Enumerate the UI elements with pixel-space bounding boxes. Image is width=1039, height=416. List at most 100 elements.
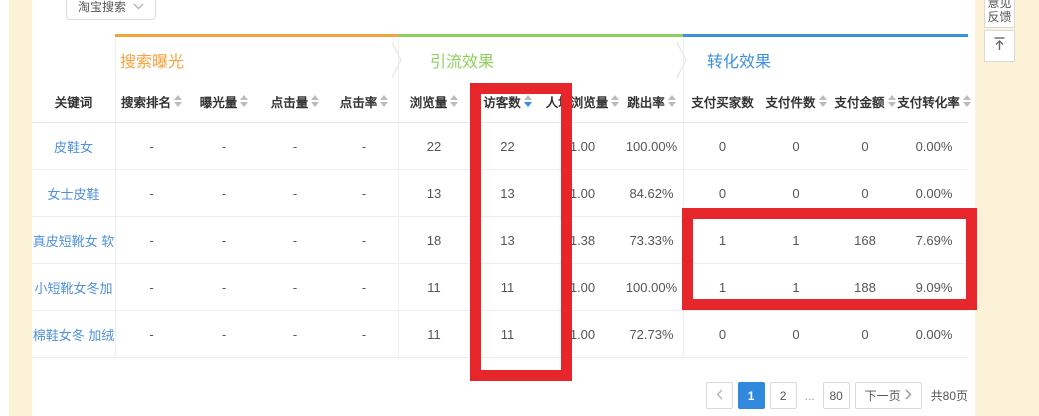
analytics-page: 淘宝搜索 搜索曝光 引流效果 转化效果 关键词 搜索排名 曝 bbox=[0, 0, 1039, 416]
cell-value: 13 bbox=[470, 217, 545, 263]
cell-value: 100.00% bbox=[620, 264, 683, 310]
cell-value: - bbox=[260, 123, 330, 169]
cell-value: 0 bbox=[830, 123, 900, 169]
header-views-per-visitor[interactable]: 人均浏览量 bbox=[545, 80, 620, 122]
column-group-divider bbox=[398, 37, 399, 358]
chevron-down-icon bbox=[133, 3, 144, 10]
sort-icon bbox=[668, 95, 676, 107]
channel-dropdown[interactable]: 淘宝搜索 bbox=[66, 0, 156, 20]
cell-value: - bbox=[260, 311, 330, 357]
cell-value: - bbox=[115, 217, 188, 263]
header-ctr[interactable]: 点击率 bbox=[330, 80, 398, 122]
cell-value: - bbox=[330, 170, 398, 216]
cell-value: - bbox=[260, 170, 330, 216]
header-impressions[interactable]: 曝光量 bbox=[188, 80, 260, 122]
cell-value: 0 bbox=[683, 123, 762, 169]
cell-value: 18 bbox=[398, 217, 470, 263]
cell-value: 0.00% bbox=[900, 170, 968, 216]
next-page-button[interactable]: 下一页 bbox=[855, 382, 922, 409]
header-paid-amount[interactable]: 支付金额 bbox=[830, 80, 900, 122]
keyword-link[interactable]: 小短靴女冬加 bbox=[32, 264, 115, 310]
page-button-1[interactable]: 1 bbox=[738, 382, 765, 409]
table-row: 小短靴女冬加 - - - - 11 11 1.00 100.00% 1 1 18… bbox=[32, 264, 968, 311]
cell-value: 11 bbox=[470, 311, 545, 357]
cell-value: - bbox=[188, 264, 260, 310]
sort-icon bbox=[963, 95, 971, 107]
pagination: 1 2 ... 80 下一页 共80页 bbox=[32, 382, 968, 409]
cell-value: 0.00% bbox=[900, 123, 968, 169]
cell-value: - bbox=[115, 311, 188, 357]
header-conversion-rate[interactable]: 支付转化率 bbox=[900, 80, 968, 122]
cell-value: - bbox=[115, 170, 188, 216]
cell-value: - bbox=[188, 311, 260, 357]
header-search-rank[interactable]: 搜索排名 bbox=[115, 80, 188, 122]
header-paid-items[interactable]: 支付件数 bbox=[762, 80, 830, 122]
cell-value: 0 bbox=[683, 311, 762, 357]
table-row: 棉鞋女冬 加绒 - - - - 11 11 1.00 72.73% 0 0 0 … bbox=[32, 311, 968, 358]
keyword-link[interactable]: 棉鞋女冬 加绒 bbox=[32, 311, 115, 357]
sort-icon bbox=[380, 95, 388, 107]
header-bounce-rate[interactable]: 跳出率 bbox=[620, 80, 683, 122]
chevron-left-icon bbox=[716, 389, 723, 403]
keyword-link[interactable]: 女士皮鞋 bbox=[32, 170, 115, 216]
sort-icon bbox=[174, 95, 182, 107]
next-page-label: 下一页 bbox=[865, 387, 901, 404]
cell-value: - bbox=[188, 217, 260, 263]
header-paying-buyers: 支付买家数 bbox=[683, 80, 762, 122]
cell-value: 0.00% bbox=[900, 311, 968, 357]
cell-value: 0 bbox=[762, 311, 830, 357]
cell-value: 7.69% bbox=[900, 217, 968, 263]
table-row: 真皮短靴女 软 - - - - 18 13 1.38 73.33% 1 1 16… bbox=[32, 217, 968, 264]
cell-value: - bbox=[260, 217, 330, 263]
back-to-top-icon bbox=[992, 36, 1007, 56]
cell-value: 168 bbox=[830, 217, 900, 263]
back-to-top-button[interactable] bbox=[984, 30, 1015, 62]
keyword-link[interactable]: 皮鞋女 bbox=[32, 123, 115, 169]
page-button-80[interactable]: 80 bbox=[823, 382, 850, 409]
cell-value: 1 bbox=[762, 217, 830, 263]
prev-page-button[interactable] bbox=[706, 382, 733, 409]
sort-icon-active bbox=[524, 95, 532, 107]
keyword-link[interactable]: 真皮短靴女 软 bbox=[32, 217, 115, 263]
cell-value: 73.33% bbox=[620, 217, 683, 263]
pagination-ellipsis: ... bbox=[802, 389, 818, 403]
cell-value: - bbox=[115, 123, 188, 169]
feedback-button[interactable]: 意见 反馈 bbox=[984, 0, 1015, 28]
header-clicks[interactable]: 点击量 bbox=[260, 80, 330, 122]
group-header-row: 搜索曝光 引流效果 转化效果 bbox=[32, 37, 968, 80]
cell-value: 13 bbox=[470, 170, 545, 216]
sort-icon bbox=[819, 95, 827, 107]
cell-value: 1.00 bbox=[545, 311, 620, 357]
cell-value: - bbox=[188, 170, 260, 216]
cell-value: 1.38 bbox=[545, 217, 620, 263]
cell-value: 22 bbox=[398, 123, 470, 169]
header-pageviews[interactable]: 浏览量 bbox=[398, 80, 470, 122]
cell-value: 11 bbox=[398, 311, 470, 357]
page-button-2[interactable]: 2 bbox=[770, 382, 797, 409]
sort-icon bbox=[888, 95, 896, 107]
cell-value: 188 bbox=[830, 264, 900, 310]
cell-value: - bbox=[330, 264, 398, 310]
cell-value: 1 bbox=[683, 217, 762, 263]
cell-value: 1 bbox=[762, 264, 830, 310]
group-separator-icon bbox=[675, 41, 689, 84]
feedback-label-line: 意见 bbox=[987, 0, 1011, 10]
total-pages-label: 共80页 bbox=[931, 387, 968, 404]
group-separator-icon bbox=[390, 41, 404, 84]
cell-value: 0 bbox=[830, 170, 900, 216]
left-decor-band bbox=[9, 0, 32, 416]
cell-value: 9.09% bbox=[900, 264, 968, 310]
sort-icon bbox=[311, 95, 319, 107]
right-decor-band bbox=[975, 0, 1039, 416]
keyword-metrics-table: 搜索曝光 引流效果 转化效果 关键词 搜索排名 曝光量 点击量 点击率 浏览量 … bbox=[32, 34, 968, 358]
header-visitors[interactable]: 访客数 bbox=[470, 80, 545, 122]
group-label-search-exposure: 搜索曝光 bbox=[120, 48, 184, 72]
sort-icon bbox=[240, 95, 248, 107]
cell-value: 11 bbox=[398, 264, 470, 310]
cell-value: 0 bbox=[830, 311, 900, 357]
cell-value: 100.00% bbox=[620, 123, 683, 169]
cell-value: 22 bbox=[470, 123, 545, 169]
cell-value: - bbox=[115, 264, 188, 310]
cell-value: 1.00 bbox=[545, 264, 620, 310]
cell-value: 0 bbox=[683, 170, 762, 216]
